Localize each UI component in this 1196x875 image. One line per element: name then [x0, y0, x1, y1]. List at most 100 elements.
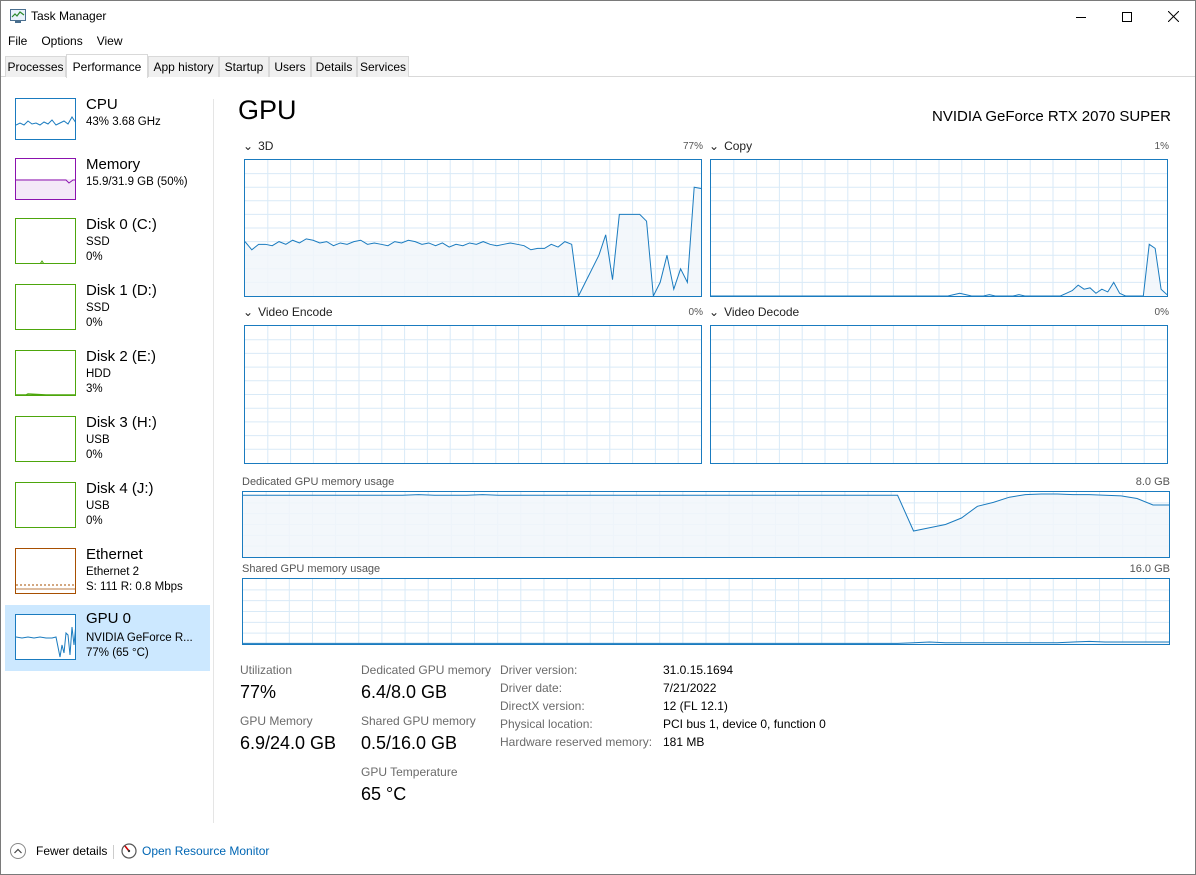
- engine-percent: 1%: [1154, 141, 1169, 152]
- driver-date-value: 7/21/2022: [663, 681, 717, 695]
- graph-3d-plot: [245, 160, 701, 296]
- engine-selector-video-encode[interactable]: ⌄ Video Encode: [243, 305, 333, 319]
- gpu-temperature-value: 65 °C: [361, 784, 407, 804]
- graph-video-decode: [710, 325, 1168, 464]
- dedicated-memory-value: 6.4/8.0 GB: [361, 682, 448, 702]
- sidebar-item-value: 0%: [86, 251, 103, 263]
- physical-location-value: PCI bus 1, device 0, function 0: [663, 717, 826, 731]
- sidebar-item-detail: SSD: [86, 302, 110, 314]
- gpu-temperature-label: GPU Temperature: [361, 765, 458, 779]
- close-icon: [1167, 11, 1179, 22]
- sidebar-item-memory[interactable]: Memory 15.9/31.9 GB (50%): [5, 151, 210, 217]
- physical-location-label: Physical location:: [500, 717, 593, 731]
- graph-dedicated-memory: [242, 491, 1170, 558]
- menu-bar: File Options View: [1, 32, 1195, 52]
- menu-view[interactable]: View: [90, 32, 130, 52]
- sidebar-item-disk-3[interactable]: Disk 3 (H:) USB 0%: [5, 409, 210, 475]
- tab-users[interactable]: Users: [269, 56, 311, 77]
- disk-thumbnail: [15, 350, 76, 396]
- sidebar-item-disk-1[interactable]: Disk 1 (D:) SSD 0%: [5, 277, 210, 343]
- chevron-down-icon: ⌄: [709, 139, 720, 153]
- chevron-up-icon: [10, 843, 26, 859]
- sidebar-item-name: Disk 0 (C:): [86, 216, 157, 233]
- chevron-down-icon: ⌄: [243, 139, 254, 153]
- sidebar-item-value: S: 111 R: 0.8 Mbps: [86, 581, 183, 593]
- sidebar-item-detail: SSD: [86, 236, 110, 248]
- tab-services[interactable]: Services: [357, 56, 409, 77]
- sidebar-item-detail: 43% 3.68 GHz: [86, 116, 161, 128]
- gpu-model-name: NVIDIA GeForce RTX 2070 SUPER: [932, 108, 1171, 125]
- engine-percent: 0%: [1154, 307, 1169, 318]
- series-area: [243, 493, 1169, 557]
- tab-startup[interactable]: Startup: [219, 56, 269, 77]
- gpu-memory-label: GPU Memory: [240, 714, 313, 728]
- tab-processes[interactable]: Processes: [5, 56, 66, 77]
- graph-shared-memory-plot: [243, 579, 1169, 644]
- graph-copy: [710, 159, 1168, 297]
- engine-percent: 0%: [688, 307, 703, 318]
- sidebar-divider: [213, 99, 214, 823]
- minimize-button[interactable]: [1058, 1, 1104, 32]
- graph-3d: [244, 159, 702, 297]
- fewer-details-label: Fewer details: [36, 844, 108, 858]
- fewer-details-button[interactable]: Fewer details: [10, 843, 107, 859]
- sidebar-item-name: Disk 4 (J:): [86, 480, 154, 497]
- sidebar-item-name: Ethernet: [86, 546, 143, 563]
- utilization-label: Utilization: [240, 663, 293, 677]
- engine-selector-copy[interactable]: ⌄ Copy: [709, 139, 752, 153]
- graph-video-encode: [244, 325, 702, 464]
- tab-performance[interactable]: Performance: [66, 54, 148, 78]
- sidebar-item-ethernet[interactable]: Ethernet Ethernet 2 S: 111 R: 0.8 Mbps: [5, 541, 210, 607]
- engine-label: Copy: [724, 139, 753, 153]
- sidebar-item-value: 77% (65 °C): [86, 647, 149, 659]
- sidebar-item-value: 3%: [86, 383, 103, 395]
- driver-version-label: Driver version:: [500, 663, 578, 677]
- tab-strip: Processes Performance App history Startu…: [1, 54, 1195, 78]
- graph-video-encode-plot: [245, 326, 701, 463]
- page-title: GPU: [238, 95, 297, 125]
- directx-version-label: DirectX version:: [500, 699, 585, 713]
- engine-label: Video Encode: [258, 305, 333, 319]
- title-bar: Task Manager: [1, 1, 1195, 32]
- engine-selector-video-decode[interactable]: ⌄ Video Decode: [709, 305, 799, 319]
- menu-file[interactable]: File: [1, 32, 34, 52]
- sidebar-item-name: Disk 2 (E:): [86, 348, 157, 365]
- close-button[interactable]: [1150, 1, 1196, 32]
- dedicated-memory-graph-label: Dedicated GPU memory usage: [242, 476, 395, 488]
- hardware-reserved-memory-value: 181 MB: [663, 735, 705, 749]
- disk-thumbnail: [15, 284, 76, 330]
- sidebar-item-name: Disk 3 (H:): [86, 414, 157, 431]
- tab-app-history[interactable]: App history: [148, 56, 219, 77]
- shared-memory-label: Shared GPU memory: [361, 714, 476, 728]
- window-title: Task Manager: [31, 9, 107, 23]
- chevron-down-icon: ⌄: [243, 305, 254, 319]
- engine-label: Video Decode: [724, 305, 800, 319]
- minimize-icon: [1076, 16, 1086, 18]
- engine-selector-3d[interactable]: ⌄ 3D: [243, 139, 273, 153]
- menu-options[interactable]: Options: [34, 32, 89, 52]
- driver-version-value: 31.0.15.1694: [663, 663, 734, 677]
- sidebar-item-value: 0%: [86, 449, 103, 461]
- sidebar-item-disk-0[interactable]: Disk 0 (C:) SSD 0%: [5, 211, 210, 277]
- hardware-reserved-memory-label: Hardware reserved memory:: [500, 735, 653, 749]
- sidebar-item-gpu-0[interactable]: GPU 0 NVIDIA GeForce R... 77% (65 °C): [5, 605, 210, 671]
- task-manager-icon: [10, 9, 26, 23]
- shared-memory-max: 16.0 GB: [1129, 563, 1170, 575]
- graph-shared-memory: [242, 578, 1170, 645]
- maximize-button[interactable]: [1104, 1, 1150, 32]
- sidebar-item-value: 0%: [86, 317, 103, 329]
- open-resource-monitor-link[interactable]: Open Resource Monitor: [121, 843, 269, 859]
- footer: Fewer details Open Resource Monitor: [1, 837, 1195, 867]
- memory-thumbnail: [15, 158, 76, 200]
- sidebar-item-cpu[interactable]: CPU 43% 3.68 GHz: [5, 91, 210, 157]
- sidebar-item-disk-4[interactable]: Disk 4 (J:) USB 0%: [5, 475, 210, 541]
- tab-details[interactable]: Details: [311, 56, 357, 77]
- engine-label: 3D: [258, 139, 274, 153]
- resource-monitor-icon: [121, 843, 137, 859]
- maximize-icon: [1122, 11, 1132, 22]
- ethernet-thumbnail: [15, 548, 76, 594]
- sidebar-item-disk-2[interactable]: Disk 2 (E:) HDD 3%: [5, 343, 210, 409]
- performance-sidebar: CPU 43% 3.68 GHz Memory 15.9/31.9 GB (50…: [5, 91, 211, 681]
- cpu-thumbnail: [15, 98, 76, 140]
- sidebar-item-name: GPU 0: [86, 610, 132, 627]
